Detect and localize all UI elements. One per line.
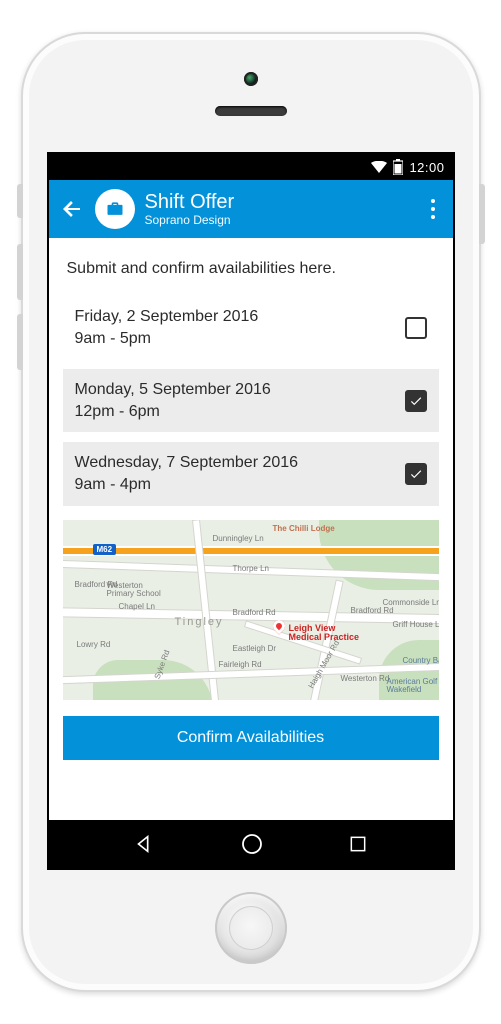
map-label: American Golf Wakefield [387,678,438,694]
map-label: The Chilli Lodge [273,524,335,533]
intro-text: Submit and confirm availabilities here. [63,260,439,278]
page-subtitle: Soprano Design [145,214,413,228]
content-area: Submit and confirm availabilities here. … [49,238,453,820]
title-block: Shift Offer Soprano Design [145,191,413,228]
mute-switch [17,184,23,218]
map-label: Chapel Ln [119,602,155,611]
back-button[interactable] [59,197,85,221]
shift-row[interactable]: Friday, 2 September 2016 9am - 5pm [63,296,439,359]
power-button [479,184,485,244]
page-title: Shift Offer [145,191,413,214]
map-label: Griff House Ln [393,620,439,629]
status-time: 12:00 [409,160,444,175]
screen: 12:00 Shift Offer Soprano Design Submit … [47,152,455,870]
shift-time: 12pm - 6pm [75,401,405,423]
location-map[interactable]: M62 The Chilli Lodge Dunningley Ln Thorp… [63,520,439,700]
briefcase-icon [95,189,135,229]
map-label: Thorpe Ln [233,564,269,573]
motorway [63,546,439,556]
confirm-availabilities-button[interactable]: Confirm Availabilities [63,716,439,760]
map-locality: Tingley [175,616,224,628]
map-label: Country Baske [403,656,439,665]
overflow-menu-button[interactable] [423,199,443,219]
volume-down-button [17,314,23,370]
shift-row[interactable]: Monday, 5 September 2016 12pm - 6pm [63,369,439,432]
android-nav-bar [49,820,453,868]
wifi-icon [371,161,387,173]
shift-time: 9am - 4pm [75,474,405,496]
map-label: Commonside Ln [383,598,439,607]
shift-date: Monday, 5 September 2016 [75,381,271,398]
shift-row[interactable]: Wednesday, 7 September 2016 9am - 4pm [63,442,439,505]
home-button-hardware [215,892,287,964]
status-bar: 12:00 [49,154,453,180]
map-pin-label: Leigh View Medical Practice [289,624,360,643]
map-label: Lowry Rd [77,640,111,649]
earpiece-speaker [215,106,287,116]
map-label: Bradford Rd [351,606,394,615]
shift-checkbox[interactable] [405,390,427,412]
phone-frame: 12:00 Shift Offer Soprano Design Submit … [21,32,481,992]
map-label: Fairleigh Rd [219,660,262,669]
motorway-badge: M62 [93,544,117,555]
nav-recents-button[interactable] [348,834,368,854]
battery-icon [393,159,403,175]
volume-up-button [17,244,23,300]
front-camera [244,72,258,86]
shift-date: Friday, 2 September 2016 [75,308,259,325]
map-label: Westerton Rd [341,674,390,683]
nav-home-button[interactable] [240,832,264,856]
shift-date: Wednesday, 7 September 2016 [75,454,299,471]
shift-checkbox[interactable] [405,463,427,485]
map-label: Dunningley Ln [213,534,264,543]
map-label: Bradford Rd [233,608,276,617]
map-label: Eastleigh Dr [233,644,277,653]
map-label: Westerton Primary School [107,582,161,598]
app-header: Shift Offer Soprano Design [49,180,453,238]
shift-checkbox[interactable] [405,317,427,339]
nav-back-button[interactable] [133,833,155,855]
shift-time: 9am - 5pm [75,328,405,350]
